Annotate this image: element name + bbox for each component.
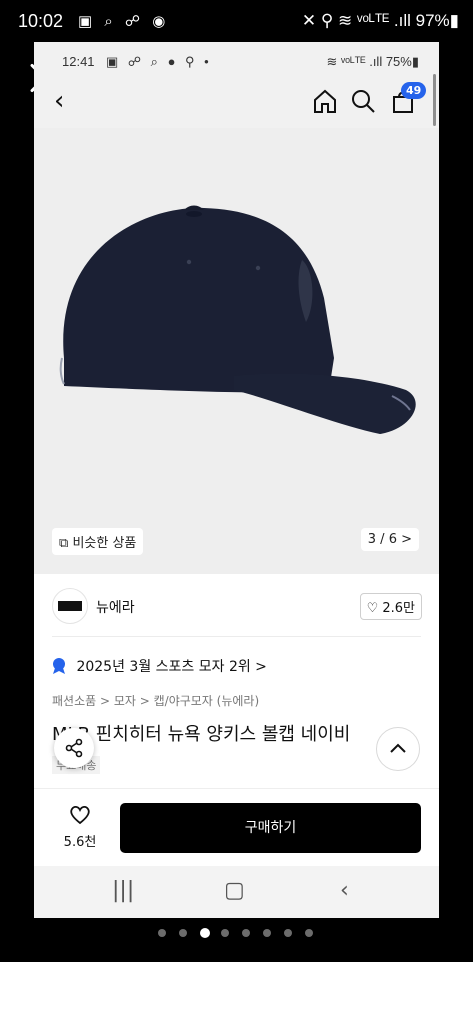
cart-count-badge: 49 (401, 82, 427, 99)
pager-dot[interactable] (179, 929, 187, 937)
brand-like-button[interactable]: ♡ 2.6만 (359, 593, 422, 620)
home-nav-icon[interactable]: ▢ (224, 878, 245, 903)
share-icon (65, 738, 83, 758)
cap-image (59, 205, 416, 434)
medal-icon (53, 658, 65, 674)
scrollbar[interactable] (433, 74, 436, 126)
home-icon[interactable] (312, 88, 338, 114)
pager-dot[interactable] (221, 929, 229, 937)
inner-status-right: ≋ ᵛᵒᴸᵀᴱ .ıll 75%▮ (326, 54, 419, 69)
buy-button[interactable]: 구매하기 (120, 803, 421, 853)
ranking-text: 2025년 3월 스포츠 모자 2위 > (76, 659, 267, 675)
pager-dot[interactable] (158, 929, 166, 937)
pager-dot[interactable] (200, 928, 210, 938)
search-icon[interactable] (350, 88, 376, 114)
outer-status-time: 10:02 (18, 11, 64, 31)
back-icon[interactable]: ‹ (54, 86, 64, 116)
outer-status-bar: 10:02 ▣ ⌕ ☍ ◉ ✕ ⚲ ≋ ᵛᵒᴸᵀᴱ .ıll 97%▮ (0, 0, 473, 42)
app-screenshot: 12:41 ▣ ☍ ⌕ ● ⚲ • ≋ ᵛᵒᴸᵀᴱ .ıll 75%▮ ‹ 49 (34, 42, 439, 918)
recent-apps-icon[interactable]: ||| (112, 878, 134, 903)
product-image[interactable]: ⧉ 비슷한 상품 3 / 6 > (34, 128, 439, 574)
inner-status-icons: ▣ ☍ ⌕ ● ⚲ • (106, 54, 212, 69)
image-page-indicator[interactable]: 3 / 6 > (360, 528, 419, 551)
chevron-up-icon (390, 743, 406, 753)
app-header: ‹ 49 (34, 76, 439, 128)
similar-products-button[interactable]: ⧉ 비슷한 상품 (52, 528, 144, 555)
scroll-top-button[interactable] (376, 727, 420, 771)
wishlist-count: 5.6천 (63, 835, 97, 850)
breadcrumb[interactable]: 패션소품 > 모자 > 캡/야구모자 (뉴에라) (52, 692, 259, 709)
inner-status-bar: 12:41 ▣ ☍ ⌕ ● ⚲ • ≋ ᵛᵒᴸᵀᴱ .ıll 75%▮ (34, 42, 439, 76)
similar-label: 비슷한 상품 (72, 536, 137, 551)
purchase-bar: 5.6천 구매하기 (34, 788, 439, 867)
pager-dot[interactable] (242, 929, 250, 937)
outer-status-right: ✕ ⚲ ≋ ᵛᵒᴸᵀᴱ .ıll 97%▮ (301, 11, 459, 30)
pager-dot[interactable] (263, 929, 271, 937)
heart-icon: ♡ (366, 601, 379, 616)
brand-name[interactable]: 뉴에라 (96, 597, 135, 617)
similar-icon: ⧉ (59, 536, 69, 551)
wishlist-button[interactable]: 5.6천 (56, 805, 104, 850)
inner-status-time: 12:41 (62, 54, 95, 69)
heart-icon (70, 805, 90, 825)
new-era-logo-icon (58, 601, 82, 611)
share-button[interactable] (54, 728, 94, 768)
product-title: MLB 핀치히터 뉴욕 양키스 볼캡 네이비 (52, 724, 351, 745)
pager-dot[interactable] (305, 929, 313, 937)
ranking-link[interactable]: 2025년 3월 스포츠 모자 2위 > (52, 656, 267, 676)
divider (52, 636, 421, 637)
brand-logo (52, 588, 88, 624)
back-nav-icon[interactable]: ‹ (340, 878, 349, 903)
brand-row[interactable]: 뉴에라 ♡ 2.6만 (52, 588, 422, 624)
system-nav-bar: ||| ▢ ‹ (34, 866, 439, 918)
outer-status-icons: ▣ ⌕ ☍ ◉ (78, 13, 170, 30)
device-frame: 10:02 ▣ ⌕ ☍ ◉ ✕ ⚲ ≋ ᵛᵒᴸᵀᴱ .ıll 97%▮ 12:4… (0, 0, 473, 962)
brand-like-count: 2.6만 (382, 601, 415, 616)
pager-dot[interactable] (284, 929, 292, 937)
